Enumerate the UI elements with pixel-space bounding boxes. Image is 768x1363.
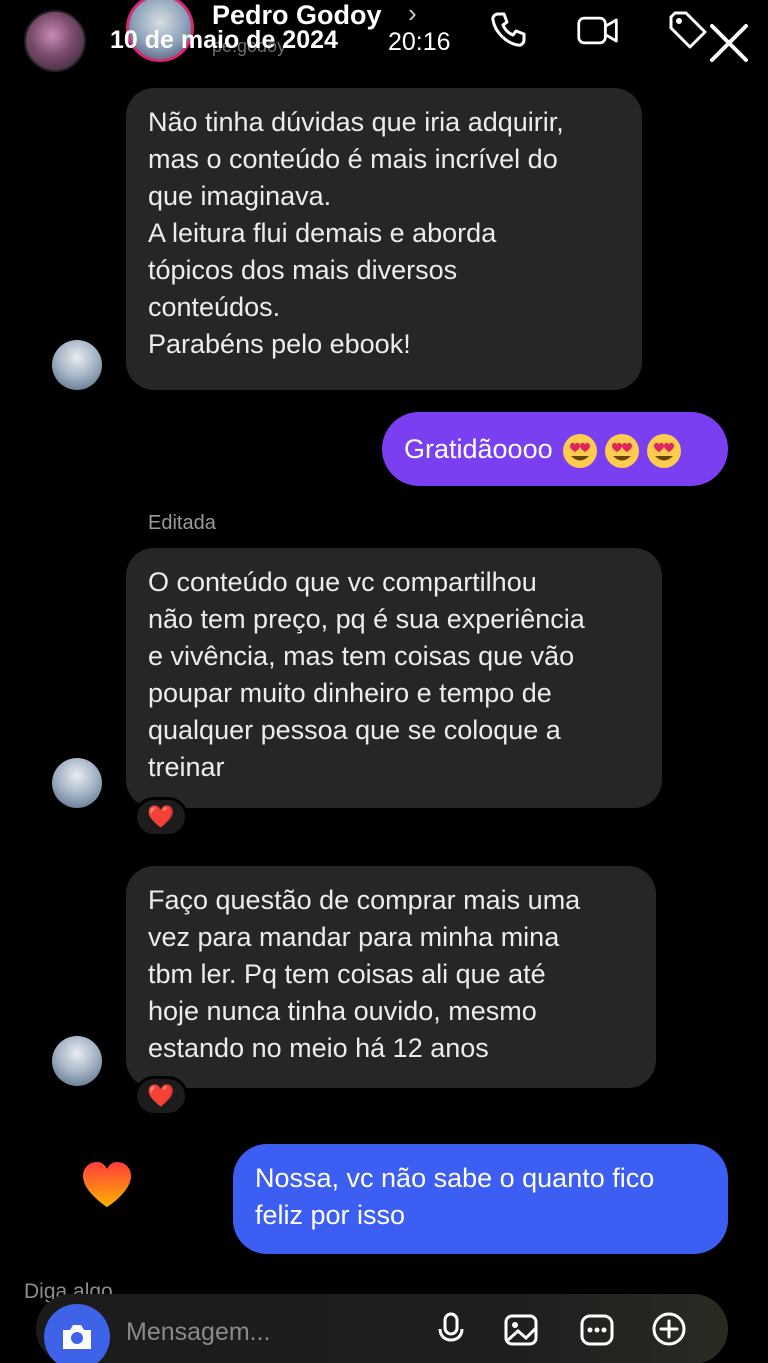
edited-label: Editada xyxy=(148,512,216,534)
message-bubble-incoming[interactable]: Faço questão de comprar mais uma vez par… xyxy=(126,866,656,1088)
sender-avatar[interactable] xyxy=(52,340,102,390)
microphone-icon[interactable] xyxy=(432,1310,470,1348)
heart-eyes-emoji-icon xyxy=(604,433,639,468)
video-call-icon[interactable] xyxy=(576,8,620,52)
plus-icon[interactable] xyxy=(650,1310,688,1348)
sticker-icon[interactable] xyxy=(578,1310,616,1348)
heart-eyes-emoji-icon xyxy=(562,433,597,468)
camera-button[interactable] xyxy=(44,1304,110,1363)
message-text: Não tinha dúvidas que iria adquirir, mas… xyxy=(148,107,564,359)
close-icon[interactable] xyxy=(706,20,752,66)
chevron-right-icon[interactable]: › xyxy=(408,0,417,29)
story-owner-avatar[interactable] xyxy=(24,10,86,72)
message-input[interactable]: Mensagem... xyxy=(126,1318,271,1347)
message-bubble-outgoing[interactable]: Nossa, vc não sabe o quanto fico feliz p… xyxy=(233,1144,728,1254)
message-bubble-incoming[interactable]: O conteúdo que vc compartilhou não tem p… xyxy=(126,548,662,808)
sender-avatar[interactable] xyxy=(52,1036,102,1086)
message-text: Nossa, vc não sabe o quanto fico feliz p… xyxy=(255,1163,655,1230)
message-bubble-incoming[interactable]: Não tinha dúvidas que iria adquirir, mas… xyxy=(126,88,642,390)
message-text: O conteúdo que vc compartilhou não tem p… xyxy=(148,567,585,782)
emoji-group xyxy=(561,432,683,470)
heart-eyes-emoji-icon xyxy=(646,433,681,468)
message-text: Faço questão de comprar mais uma vez par… xyxy=(148,885,581,1063)
tag-icon[interactable] xyxy=(666,8,710,52)
camera-icon xyxy=(63,1325,91,1349)
heart-icon[interactable] xyxy=(80,1160,134,1210)
heart-reaction-icon: ❤️ xyxy=(147,804,175,829)
heart-reaction-icon: ❤️ xyxy=(147,1083,175,1108)
message-text: Gratidãoooo xyxy=(404,434,553,464)
story-time: 20:16 xyxy=(388,28,451,56)
message-bubble-outgoing[interactable]: Gratidãoooo xyxy=(382,412,728,486)
reaction-badge[interactable]: ❤️ xyxy=(134,797,188,837)
sender-avatar[interactable] xyxy=(52,758,102,808)
reaction-badge[interactable]: ❤️ xyxy=(134,1076,188,1116)
phone-icon[interactable] xyxy=(486,8,530,52)
gallery-icon[interactable] xyxy=(502,1310,540,1348)
story-date: 10 de maio de 2024 xyxy=(110,26,338,54)
